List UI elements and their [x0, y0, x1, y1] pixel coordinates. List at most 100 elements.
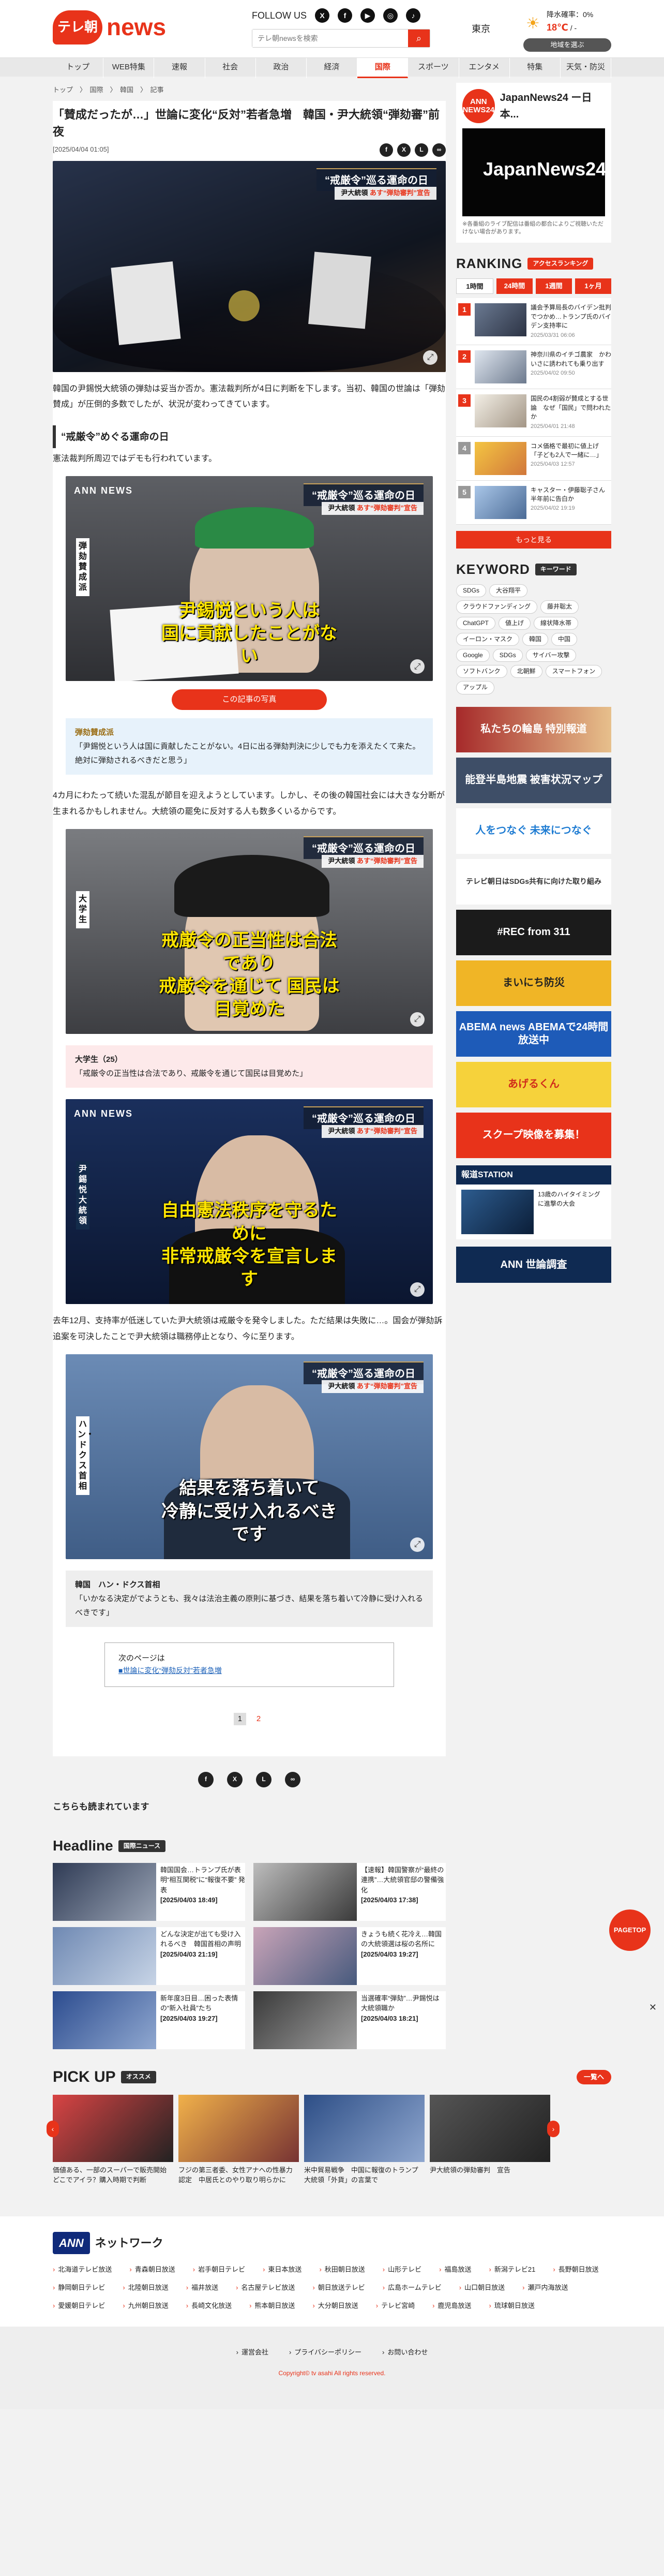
x-icon[interactable]: X — [315, 8, 330, 23]
headline-item[interactable]: きょうも続く花冷え…韓国の大統領選は桜の名所に [2025/04/03 19:27… — [253, 1927, 446, 1985]
station-link[interactable]: 福島放送 — [439, 2264, 472, 2275]
keyword-chip[interactable]: 線状降水帯 — [534, 616, 579, 630]
tab-1h[interactable]: 1時間 — [456, 278, 493, 294]
tiktok-icon[interactable]: ♪ — [406, 8, 421, 23]
search-input[interactable] — [252, 29, 408, 47]
station-link[interactable]: 長野朝日放送 — [553, 2264, 599, 2275]
keyword-chip[interactable]: SDGs — [492, 648, 523, 662]
nav-sports[interactable]: スポーツ — [408, 58, 459, 78]
instagram-icon[interactable]: ◎ — [383, 8, 398, 23]
carousel-next-icon[interactable]: › — [547, 2120, 560, 2137]
japannews24-card[interactable]: ANN NEWS24 JapanNews24 ー日本... JapanNews2… — [456, 83, 611, 243]
station-link[interactable]: テレビ宮崎 — [376, 2301, 415, 2312]
keyword-chip[interactable]: SDGs — [456, 584, 487, 598]
ranking-item[interactable]: 5 キャスター・伊藤聡子さん 半年前に告白か 2025/04/02 19:19 — [456, 480, 611, 525]
banner-sdgs-tvasahi[interactable]: テレビ朝日はSDGs共有に向けた取り組み — [456, 858, 611, 905]
youtube-icon[interactable]: ▶ — [360, 8, 375, 23]
headline-item[interactable]: 【速報】韓国警察が“最終の連携”…大統領官邸の警備強化 [2025/04/03 1… — [253, 1862, 446, 1921]
keyword-chip[interactable]: サイバー攻撃 — [525, 648, 577, 662]
ranking-item[interactable]: 2 神奈川県のイチゴ農家 かわいさに誘われても乗り出す 2025/04/02 09:… — [456, 345, 611, 390]
station-link[interactable]: 琉球朝日放送 — [489, 2301, 535, 2312]
nav-special[interactable]: 特集 — [510, 58, 561, 78]
article-photo-5[interactable]: “戒厳令”巡る運命の日 尹大統領 あす“弾劾審判”宣告 ハン・ドクス首相 結果を… — [66, 1354, 433, 1559]
keyword-chip[interactable]: 中国 — [551, 632, 578, 646]
keyword-chip[interactable]: 藤井聡太 — [540, 600, 579, 614]
ranking-item[interactable]: 3 国民の4割弱が賛成とする世論 なぜ「国民」で問われたか 2025/04/01 2… — [456, 389, 611, 437]
facebook-share-icon[interactable]: f — [198, 1771, 214, 1787]
link-copy-icon[interactable]: ∞ — [285, 1771, 300, 1787]
zoom-icon[interactable]: ⤢ — [410, 1012, 425, 1027]
station-link[interactable]: 朝日放送テレビ — [312, 2283, 365, 2293]
station-link[interactable]: 愛媛朝日テレビ — [53, 2301, 105, 2312]
banner-wajima[interactable]: 私たちの輪島 特別報道 — [456, 706, 611, 752]
article-photos-button[interactable]: この記事の写真 — [172, 689, 327, 710]
station-link[interactable]: 秋田朝日放送 — [319, 2264, 365, 2275]
site-logo[interactable]: テレ朝 news — [53, 8, 166, 47]
station-link[interactable]: 北陸朝日放送 — [123, 2283, 169, 2293]
footer-privacy-link[interactable]: プライバシーポリシー — [289, 2347, 361, 2358]
banner-scoop[interactable]: スクープ映像を募集！ — [456, 1112, 611, 1158]
keyword-chip[interactable]: 北朝鮮 — [510, 665, 542, 678]
close-icon[interactable]: ✕ — [649, 2000, 657, 2015]
banner-bousai[interactable]: まいにち防災 — [456, 960, 611, 1006]
x-share-icon[interactable]: X — [397, 143, 411, 157]
keyword-chip[interactable]: 値上げ — [499, 616, 531, 630]
line-share-icon[interactable]: L — [415, 143, 428, 157]
facebook-share-icon[interactable]: f — [380, 143, 393, 157]
pickup-item[interactable]: 米中貿易戦争 中国に報復のトランプ大統領「外貨」の言葉で — [304, 2094, 425, 2185]
headline-item[interactable]: どんな決定が出ても受け入れるべき 韓国首相の声明 [2025/04/03 21:1… — [53, 1927, 245, 1985]
carousel-prev-icon[interactable]: ‹ — [47, 2120, 59, 2137]
next-page-link[interactable]: ■世論に変化“弾劾反対”若者急増 — [118, 1666, 222, 1675]
zoom-icon[interactable]: ⤢ — [410, 659, 425, 674]
nav-breaking[interactable]: 速報 — [154, 58, 205, 78]
facebook-icon[interactable]: f — [338, 8, 353, 23]
station-link[interactable]: 新潟テレビ21 — [489, 2264, 535, 2275]
nav-weather[interactable]: 天気・防災 — [561, 58, 612, 78]
live-video[interactable]: JapanNews24 — [462, 128, 606, 216]
keyword-chip[interactable]: ChatGPT — [456, 616, 496, 630]
nav-economy[interactable]: 経済 — [307, 58, 358, 78]
station-link[interactable]: 東日本放送 — [263, 2264, 301, 2275]
nav-politics[interactable]: 政治 — [256, 58, 307, 78]
keyword-chip[interactable]: 大谷翔平 — [489, 584, 528, 598]
station-link[interactable]: 鹿児島放送 — [432, 2301, 472, 2312]
ranking-item[interactable]: 4 コメ価格で最初に値上げ 「子ども2人で一緒に…」 2025/04/03 12:5… — [456, 436, 611, 481]
station-link[interactable]: 北海道テレビ放送 — [53, 2264, 112, 2275]
station-link[interactable]: 名古屋テレビ放送 — [236, 2283, 295, 2293]
headline-item[interactable]: 新年度3日目…困った表情の“新入社員”たち [2025/04/03 19:27] — [53, 1991, 245, 2049]
nav-top[interactable]: トップ — [53, 58, 104, 78]
search-icon[interactable]: ⌕ — [408, 29, 430, 47]
pagetop-button[interactable]: PAGETOP — [609, 1909, 651, 1951]
station-link[interactable]: 瀬戸内海放送 — [522, 2283, 568, 2293]
station-link[interactable]: 岩手朝日テレビ — [193, 2264, 245, 2275]
article-photo-1[interactable]: “戒厳令”巡る運命の日 尹大統領 あす“弾劾審判”宣告 ⤢ — [53, 160, 446, 372]
keyword-chip[interactable]: イーロン・マスク — [456, 632, 520, 646]
nav-web-feature[interactable]: WEB特集 — [103, 58, 155, 78]
zoom-icon[interactable]: ⤢ — [410, 1537, 425, 1552]
keyword-chip[interactable]: 韓国 — [522, 632, 549, 646]
station-link[interactable]: 広島ホームテレビ — [383, 2283, 442, 2293]
station-link[interactable]: 山口朝日放送 — [459, 2283, 505, 2293]
link-copy-icon[interactable]: ∞ — [432, 143, 446, 157]
x-share-icon[interactable]: X — [227, 1771, 243, 1787]
banner-sdgs[interactable]: 人をつなぐ 未来につなぐ — [456, 808, 611, 854]
tab-24h[interactable]: 24時間 — [496, 278, 533, 294]
hodo-station-card[interactable]: 報道STATION 13歳のハイタイミングに進撃の大会 — [456, 1165, 611, 1240]
station-link[interactable]: 静岡朝日テレビ — [53, 2283, 105, 2293]
station-link[interactable]: 青森朝日放送 — [129, 2264, 175, 2275]
ranking-more-button[interactable]: もっと見る — [456, 530, 611, 549]
pickup-more-button[interactable]: 一覧へ — [576, 2069, 611, 2085]
station-link[interactable]: 九州朝日放送 — [123, 2301, 169, 2312]
footer-contact-link[interactable]: お問い合わせ — [382, 2347, 428, 2358]
station-link[interactable]: 長崎文化放送 — [186, 2301, 232, 2312]
station-link[interactable]: 山形テレビ — [383, 2264, 421, 2275]
page-2[interactable]: 2 — [252, 1713, 265, 1725]
keyword-chip[interactable]: クラウドファンディング — [456, 600, 538, 614]
headline-item[interactable]: 韓国国会…トランプ氏が表明“相互関税”に“報復不要” 発表 [2025/04/03… — [53, 1862, 245, 1921]
banner-abema[interactable]: ABEMA news ABEMAで24時間放送中 — [456, 1011, 611, 1057]
breadcrumb[interactable]: トップ 〉 国際 〉 韓国 〉 記事 — [53, 83, 446, 98]
region-button[interactable]: 地域を選ぶ — [523, 38, 611, 52]
station-link[interactable]: 大分朝日放送 — [312, 2301, 358, 2312]
article-photo-4[interactable]: ANN NEWS “戒厳令”巡る運命の日 尹大統領 あす“弾劾審判”宣告 尹錫悦… — [66, 1099, 433, 1305]
nav-international[interactable]: 国際 — [357, 58, 409, 78]
